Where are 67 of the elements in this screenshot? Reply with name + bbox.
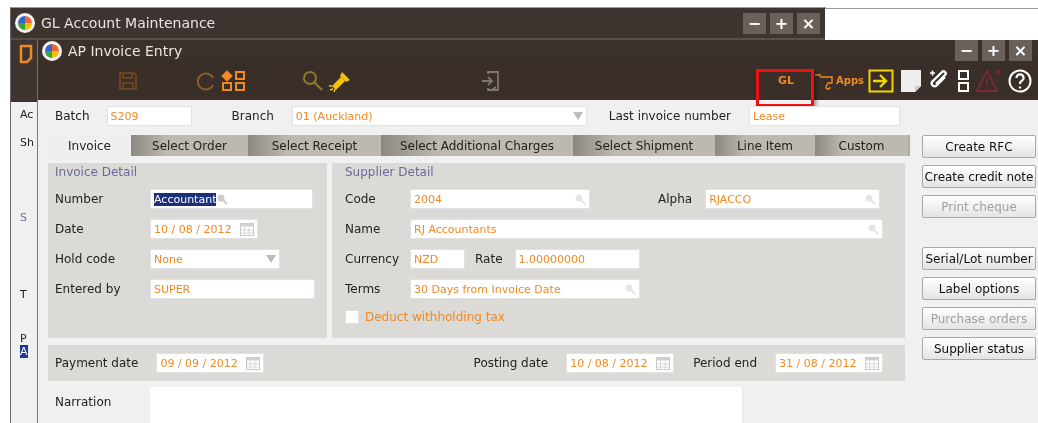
action-button[interactable]: Create RFC	[922, 135, 1036, 158]
list-item[interactable]: Sh	[20, 136, 34, 149]
window-control-button[interactable]: ×	[797, 12, 820, 34]
field-label: Payment date	[55, 356, 139, 370]
field-label: Name	[345, 222, 382, 236]
field-label: Entered by	[55, 282, 122, 296]
field-label: Narration	[54, 394, 113, 411]
gl-button[interactable]: GL	[777, 74, 794, 87]
field-label: Rate	[475, 252, 503, 266]
tab[interactable]: Select Receipt	[248, 135, 381, 156]
save-icon[interactable]	[118, 70, 138, 91]
calendar-icon[interactable]	[656, 356, 671, 370]
window-control-button[interactable]: +	[770, 12, 793, 34]
action-button[interactable]: Create credit note	[922, 165, 1036, 188]
field-label: Code	[345, 192, 377, 206]
field-label: Alpha	[658, 192, 693, 206]
section-title: Supplier Detail	[345, 165, 434, 179]
list-item[interactable]: T	[20, 288, 27, 301]
field-label: Currency	[345, 252, 401, 266]
app-logo-icon	[42, 40, 62, 61]
field-label: Hold code	[55, 252, 117, 266]
window-control-button[interactable]: ×	[1009, 40, 1032, 61]
flashlight-icon[interactable]	[328, 69, 352, 92]
section-title: Invoice Detail	[55, 165, 138, 179]
field-label: Number	[55, 192, 105, 206]
grid-icon[interactable]	[221, 69, 247, 92]
checkbox-label: Deduct withholding tax	[365, 310, 505, 324]
list-item[interactable]: Ac	[20, 108, 34, 121]
note-icon[interactable]	[900, 68, 922, 93]
action-button[interactable]: Supplier status	[922, 337, 1036, 360]
apps-button[interactable]: Apps	[836, 75, 864, 86]
field-label: Date	[55, 222, 85, 236]
window-title: AP Invoice Entry	[68, 42, 184, 59]
tab[interactable]: Select Additional Charges	[381, 135, 573, 156]
warning-icon[interactable]	[976, 68, 1002, 93]
checkbox[interactable]	[345, 310, 359, 324]
list-item[interactable]: S	[20, 211, 27, 224]
calendar-icon[interactable]	[240, 222, 254, 236]
tab[interactable]: Custom	[815, 135, 908, 156]
number-field[interactable]: Accountant	[150, 189, 313, 209]
document-icon	[19, 44, 33, 64]
field-label: Posting date	[473, 356, 549, 370]
field-label: Terms	[345, 282, 382, 296]
calendar-icon[interactable]	[865, 356, 879, 370]
field-label: Batch	[55, 109, 90, 123]
action-button[interactable]: Serial/Lot number	[922, 247, 1036, 270]
refresh-icon[interactable]	[195, 69, 217, 92]
tab[interactable]: Select Order	[131, 135, 248, 156]
tab[interactable]: Select Shipment	[573, 135, 715, 156]
search-icon[interactable]	[216, 193, 229, 205]
list-item[interactable]: A	[20, 345, 28, 358]
field-label: Period end	[693, 356, 757, 370]
grid-icon[interactable]	[958, 69, 970, 92]
window-control-button[interactable]: −	[955, 40, 978, 61]
calendar-icon[interactable]	[246, 356, 261, 370]
list-item[interactable]: P	[20, 332, 27, 345]
tab[interactable]: Line Item	[715, 135, 815, 156]
field-label: Last invoice number	[608, 109, 731, 123]
app-logo-icon	[15, 13, 35, 33]
window-control-button[interactable]: −	[743, 12, 766, 34]
field-label: Branch	[231, 109, 274, 123]
exit-icon[interactable]	[480, 69, 502, 92]
tab[interactable]: Invoice	[48, 135, 131, 156]
window-title: GL Account Maintenance	[41, 15, 217, 31]
action-button[interactable]: Label options	[922, 277, 1036, 300]
window-control-button[interactable]: +	[982, 40, 1005, 61]
help-icon[interactable]	[1008, 68, 1032, 93]
